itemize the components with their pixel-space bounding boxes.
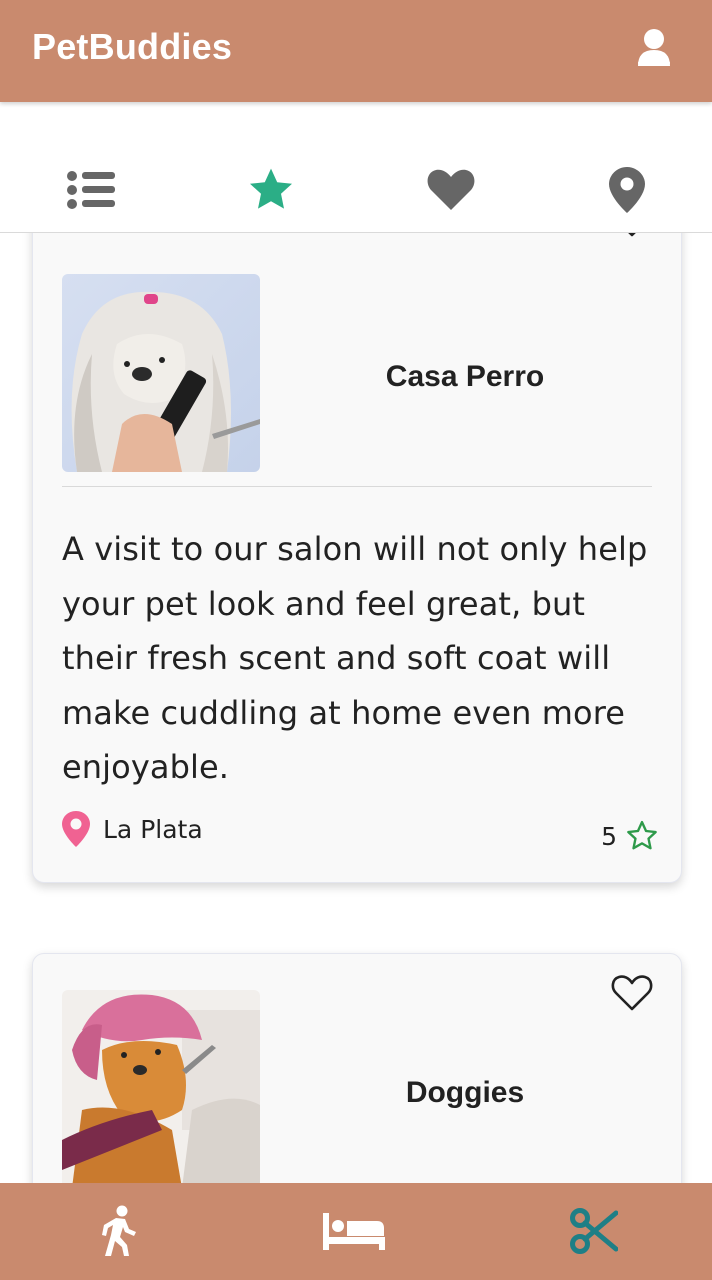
salon-location: La Plata — [61, 810, 203, 848]
salon-name: Doggies — [405, 1076, 525, 1109]
salon-description: A visit to our salon will not only help … — [62, 530, 648, 786]
salon-card[interactable]: Doggies — [32, 953, 682, 1183]
rating-value: 5 — [601, 821, 617, 851]
list-icon — [67, 171, 115, 209]
tab-top-rated[interactable] — [243, 162, 299, 218]
nav-boarding[interactable] — [322, 1201, 386, 1261]
nav-grooming[interactable] — [562, 1201, 626, 1261]
filter-tabs — [0, 102, 712, 233]
favorite-button[interactable] — [611, 974, 653, 1014]
user-icon — [638, 29, 670, 66]
salon-list[interactable]: Casa Perro A visit to our salon will not… — [0, 233, 712, 1183]
star-icon — [250, 168, 292, 209]
location-pin-icon — [609, 167, 645, 213]
favorite-button[interactable] — [611, 233, 653, 240]
nav-walking[interactable] — [86, 1201, 150, 1261]
app-title: PetBuddies — [32, 26, 233, 67]
scissors-icon — [570, 1208, 618, 1254]
heart-icon — [427, 169, 475, 210]
bottom-nav — [0, 1183, 712, 1280]
location-pin-icon — [62, 811, 90, 847]
location-text: La Plata — [103, 814, 203, 844]
heart-outline-icon — [628, 233, 636, 237]
salon-photo — [62, 274, 260, 472]
walking-icon — [102, 1205, 136, 1256]
salon-card[interactable]: Casa Perro A visit to our salon will not… — [32, 233, 682, 883]
card-divider — [62, 486, 652, 487]
star-outline-icon — [627, 820, 657, 850]
app-bar: PetBuddies — [0, 0, 712, 102]
dog-grooming-photo — [62, 274, 260, 472]
bed-icon — [323, 1213, 385, 1250]
salon-rating: 5 — [601, 820, 659, 852]
tab-list[interactable] — [63, 162, 119, 218]
tab-favorites[interactable] — [423, 162, 479, 218]
salon-name: Casa Perro — [385, 360, 545, 393]
heart-outline-icon — [611, 975, 653, 1011]
profile-button[interactable] — [636, 28, 672, 68]
salon-photo — [62, 990, 260, 1183]
tab-nearby[interactable] — [599, 162, 655, 218]
dog-towel-photo — [62, 990, 260, 1183]
